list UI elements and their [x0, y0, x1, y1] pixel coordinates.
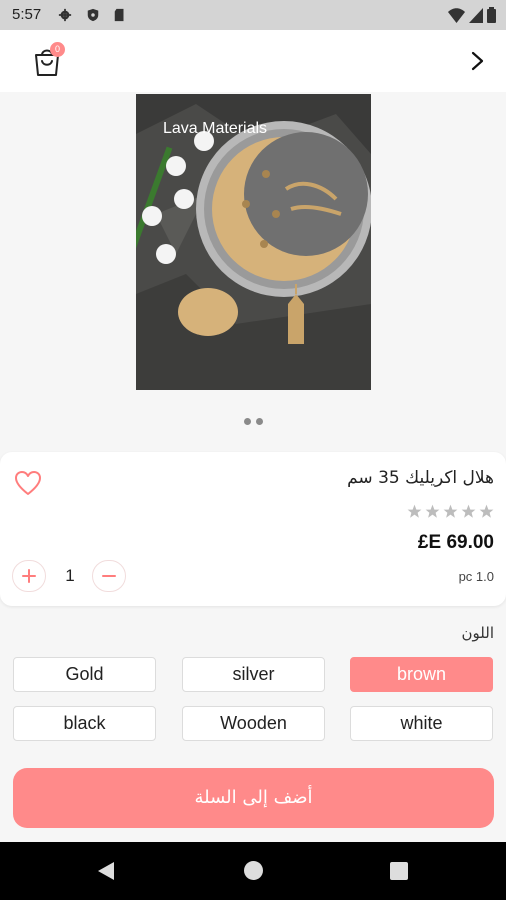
pager-dot[interactable]: [243, 418, 251, 425]
color-section-label: اللون: [461, 624, 494, 642]
add-to-cart-button[interactable]: أضف إلى السلة: [13, 768, 494, 828]
star-icon: [443, 504, 458, 518]
minus-icon: [102, 575, 116, 577]
product-card: هلال اكريليك 35 سم £E 69.00 1 pc 1.0: [0, 452, 506, 606]
star-icon: [407, 504, 422, 518]
nav-recents-icon[interactable]: [390, 862, 408, 880]
cart-badge: 0: [50, 42, 65, 57]
shield-icon: [87, 8, 99, 22]
settings-icon: [58, 8, 72, 22]
nav-back-icon[interactable]: [97, 861, 115, 881]
status-time: 5:57: [12, 6, 42, 23]
quantity-value: 1: [65, 566, 75, 585]
color-option-wooden[interactable]: Wooden: [182, 706, 325, 741]
heart-icon[interactable]: [14, 470, 42, 496]
pager-dot[interactable]: [255, 418, 263, 425]
color-option-black[interactable]: black: [13, 706, 156, 741]
star-icon: [461, 504, 476, 518]
pager-dots: [0, 418, 506, 425]
app-bar: 0: [0, 30, 506, 93]
product-price: £E 69.00: [417, 532, 494, 553]
quantity-decrease-button[interactable]: [92, 560, 126, 592]
signal-icon: [469, 7, 483, 23]
color-option-brown[interactable]: brown: [350, 657, 493, 692]
image-watermark: Lava Materials: [163, 120, 268, 137]
wifi-icon: [448, 7, 465, 23]
color-option-silver[interactable]: silver: [182, 657, 325, 692]
unit-label: pc 1.0: [458, 569, 494, 584]
quantity-increase-button[interactable]: [12, 560, 46, 592]
color-option-gold[interactable]: Gold: [13, 657, 156, 692]
system-nav-bar: [0, 842, 506, 900]
nav-home-icon[interactable]: [244, 861, 263, 880]
status-bar: 5:57: [0, 0, 506, 30]
plus-icon: [22, 569, 36, 583]
color-option-white[interactable]: white: [350, 706, 493, 741]
product-name: هلال اكريليك 35 سم: [347, 468, 494, 488]
chevron-right-icon[interactable]: [466, 50, 488, 72]
star-icon: [479, 504, 494, 518]
star-icon: [425, 504, 440, 518]
battery-icon: [487, 7, 496, 23]
sd-card-icon: [114, 8, 124, 22]
product-image[interactable]: Lava Materials: [136, 94, 371, 390]
rating-stars: [407, 504, 494, 519]
image-gallery[interactable]: Lava Materials: [0, 92, 506, 450]
